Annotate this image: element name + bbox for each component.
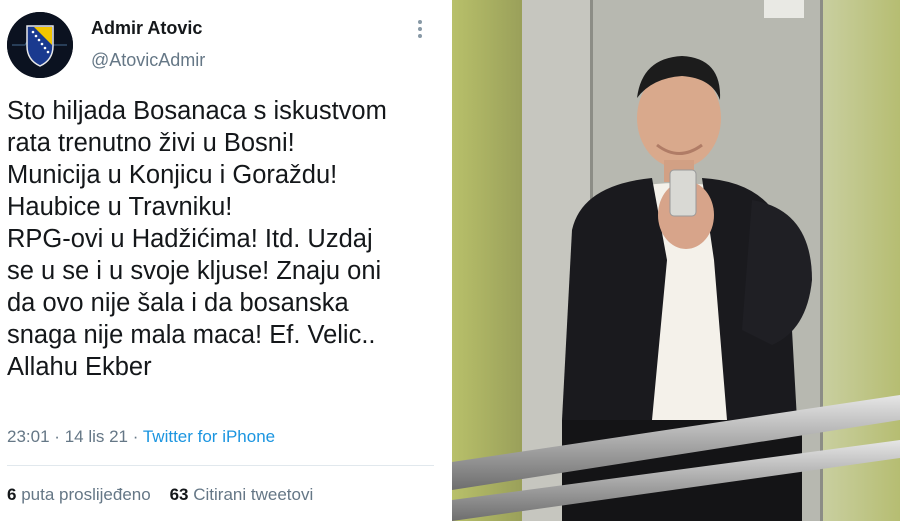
retweets-label: puta proslijeđeno — [21, 485, 151, 504]
author-handle[interactable]: @AtovicAdmir — [91, 50, 205, 71]
tweet-meta: 23:01 · 14 lis 21 · Twitter for iPhone — [7, 427, 275, 447]
tweet-time[interactable]: 23:01 — [7, 427, 50, 446]
retweets-stat[interactable]: 6 puta proslijeđeno — [7, 485, 151, 504]
elevator-selfie-image — [452, 0, 900, 521]
divider — [7, 465, 434, 466]
quotes-count: 63 — [169, 485, 189, 504]
bosnian-flag-shield-icon — [7, 12, 73, 78]
avatar[interactable] — [7, 12, 73, 78]
quotes-label: Citirani tweetovi — [193, 485, 314, 504]
more-options-icon[interactable] — [418, 20, 424, 41]
selfie-photo — [452, 0, 900, 521]
meta-separator: · — [132, 427, 139, 446]
tweet-source-link[interactable]: Twitter for iPhone — [143, 427, 275, 446]
tweet-stats: 6 puta proslijeđeno 63 Citirani tweetovi — [7, 485, 313, 505]
quotes-stat[interactable]: 63 Citirani tweetovi — [170, 485, 314, 504]
tweet-card: Admir Atovic @AtovicAdmir Sto hiljada Bo… — [0, 0, 448, 521]
tweet-date[interactable]: 14 lis 21 — [65, 427, 128, 446]
meta-separator: · — [54, 427, 60, 446]
tweet-text: Sto hiljada Bosanaca s iskustvom rata tr… — [7, 97, 387, 381]
author-name[interactable]: Admir Atovic — [91, 18, 202, 39]
retweets-count: 6 — [7, 485, 17, 504]
